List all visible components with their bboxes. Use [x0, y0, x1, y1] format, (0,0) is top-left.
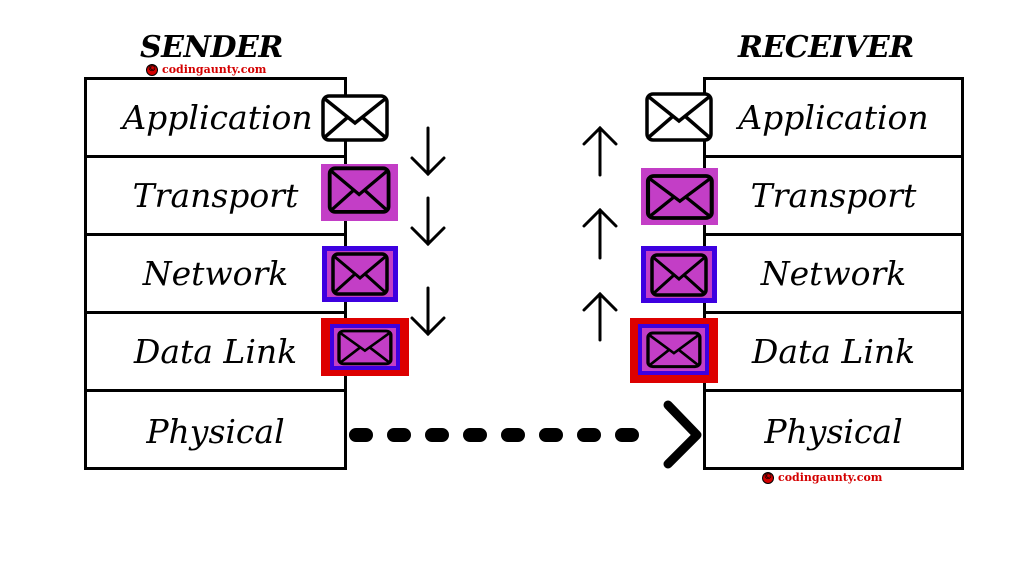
sender-envelope-network — [322, 246, 398, 302]
receiver-envelope-data-link — [630, 318, 718, 383]
arrow-down-icon — [410, 126, 446, 177]
arrow-down-icon — [410, 286, 446, 337]
arrow-up-icon — [582, 207, 618, 260]
receiver-envelope-transport — [641, 168, 718, 225]
sender-envelope-transport — [321, 164, 398, 221]
sender-envelope-data-link — [321, 318, 409, 376]
arrow-up-icon — [582, 125, 618, 177]
sender-envelope-application — [321, 94, 389, 142]
physical-link-arrow — [349, 400, 702, 469]
arrow-head-icon — [663, 400, 702, 469]
receiver-envelope-application — [645, 92, 713, 142]
receiver-envelope-network — [641, 246, 717, 303]
arrow-down-icon — [410, 196, 446, 247]
diagram-overlay — [321, 92, 718, 469]
arrow-up-icon — [582, 291, 618, 342]
